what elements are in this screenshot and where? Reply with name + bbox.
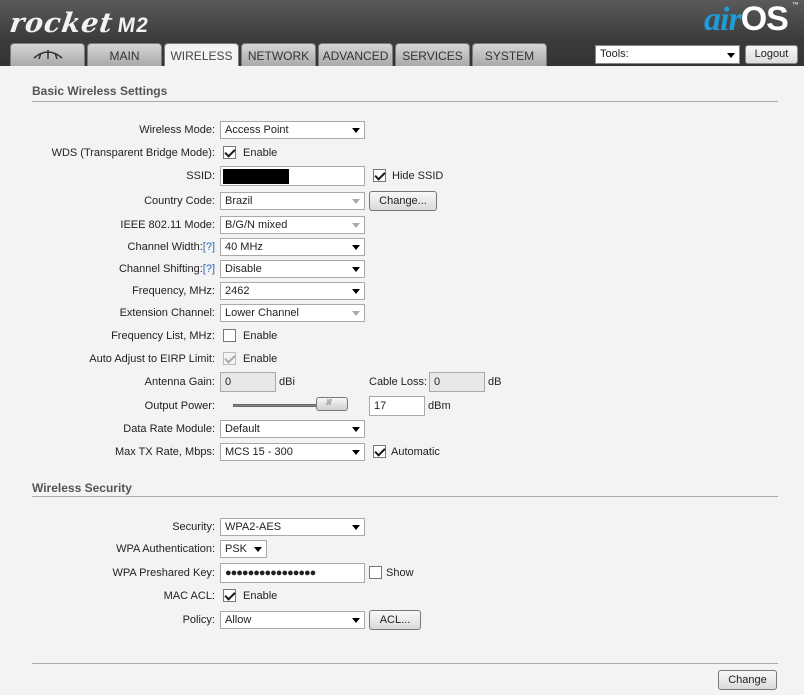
automatic-label: Automatic xyxy=(391,446,440,458)
country-code-select[interactable]: Brazil xyxy=(220,192,365,210)
tools-dropdown[interactable]: Tools: xyxy=(595,45,740,64)
cable-loss-input[interactable]: 0 xyxy=(429,372,485,392)
rocket-logo: rocketM2 xyxy=(7,8,151,39)
airos-logo: airOS ™ xyxy=(704,0,799,38)
wpa-authentication-select[interactable]: PSK xyxy=(220,540,267,558)
tab-ubnt-logo[interactable] xyxy=(10,43,85,67)
wpa-preshared-key-input[interactable]: ●●●●●●●●●●●●●●●● xyxy=(220,563,365,583)
wds-label: WDS (Transparent Bridge Mode): xyxy=(51,147,215,159)
frequency-label: Frequency, MHz: xyxy=(132,285,215,297)
chevron-down-icon xyxy=(254,547,262,552)
max-tx-rate-select[interactable]: MCS 15 - 300 xyxy=(220,443,365,461)
country-change-button[interactable]: Change... xyxy=(369,191,437,211)
security-select[interactable]: WPA2-AES xyxy=(220,518,365,536)
ssid-label: SSID: xyxy=(186,170,215,182)
chevron-down-icon xyxy=(352,427,360,432)
country-code-label: Country Code: xyxy=(144,195,215,207)
divider xyxy=(32,496,778,497)
wds-checkbox[interactable] xyxy=(223,146,236,159)
frequency-list-label: Frequency List, MHz: xyxy=(111,330,215,342)
hide-ssid-label: Hide SSID xyxy=(392,170,444,182)
channel-shifting-help-link[interactable]: [?] xyxy=(203,263,215,275)
auto-adjust-enable-label: Enable xyxy=(243,353,278,365)
policy-select[interactable]: Allow xyxy=(220,611,365,629)
chevron-down-icon xyxy=(352,267,360,272)
antenna-gain-unit: dBi xyxy=(279,376,295,388)
security-label: Security: xyxy=(172,521,215,533)
chevron-down-icon xyxy=(352,245,360,250)
output-power-input[interactable]: 17 xyxy=(369,396,425,416)
wpa-authentication-label: WPA Authentication: xyxy=(116,543,215,555)
antenna-gain-label: Antenna Gain: xyxy=(144,376,215,388)
basic-settings-title: Basic Wireless Settings xyxy=(32,84,168,98)
chevron-down-icon xyxy=(352,199,360,204)
ieee-mode-select[interactable]: B/G/N mixed xyxy=(220,216,365,234)
channel-width-select[interactable]: 40 MHz xyxy=(220,238,365,256)
mac-acl-checkbox[interactable] xyxy=(223,589,236,602)
chevron-down-icon xyxy=(352,289,360,294)
frequency-list-checkbox[interactable] xyxy=(223,329,236,342)
channel-shifting-select[interactable]: Disable xyxy=(220,260,365,278)
channel-shifting-label: Channel Shifting:[?] xyxy=(118,263,215,275)
divider xyxy=(32,663,778,664)
cable-loss-label: Cable Loss: xyxy=(369,376,428,388)
ubiquiti-logo-icon xyxy=(33,50,62,60)
data-rate-module-select[interactable]: Default xyxy=(220,420,365,438)
chevron-down-icon xyxy=(352,450,360,455)
tab-advanced[interactable]: ADVANCED xyxy=(318,43,393,67)
mac-acl-label: MAC ACL: xyxy=(163,590,215,602)
chevron-down-icon xyxy=(352,525,360,530)
tab-services[interactable]: SERVICES xyxy=(395,43,470,67)
chevron-down-icon xyxy=(727,53,735,58)
tab-main[interactable]: MAIN xyxy=(87,43,162,67)
acl-button[interactable]: ACL... xyxy=(369,610,421,630)
frequency-select[interactable]: 2462 xyxy=(220,282,365,300)
chevron-down-icon xyxy=(352,618,360,623)
show-key-checkbox[interactable] xyxy=(369,566,382,579)
channel-width-help-link[interactable]: [?] xyxy=(203,241,215,253)
wireless-mode-select[interactable]: Access Point xyxy=(220,121,365,139)
data-rate-module-label: Data Rate Module: xyxy=(123,423,215,435)
hide-ssid-checkbox[interactable] xyxy=(373,169,386,182)
channel-width-label: Channel Width:[?] xyxy=(127,241,215,253)
ieee-mode-label: IEEE 802.11 Mode: xyxy=(120,219,215,231)
auto-adjust-eirp-label: Auto Adjust to EIRP Limit: xyxy=(89,353,215,365)
frequency-list-enable-label: Enable xyxy=(243,330,278,342)
wpa-preshared-key-label: WPA Preshared Key: xyxy=(112,567,215,579)
wireless-security-title: Wireless Security xyxy=(32,481,132,495)
cable-loss-unit: dB xyxy=(488,376,502,388)
change-button[interactable]: Change xyxy=(718,670,777,690)
extension-channel-select[interactable]: Lower Channel xyxy=(220,304,365,322)
extension-channel-label: Extension Channel: xyxy=(119,307,215,319)
tab-wireless[interactable]: WIRELESS xyxy=(164,43,239,68)
output-power-unit: dBm xyxy=(428,400,451,412)
divider xyxy=(32,101,778,102)
auto-adjust-eirp-checkbox[interactable] xyxy=(223,352,236,365)
output-power-label: Output Power: xyxy=(144,400,215,412)
chevron-down-icon xyxy=(352,311,360,316)
mac-acl-enable-label: Enable xyxy=(243,590,278,602)
automatic-checkbox[interactable] xyxy=(373,445,386,458)
chevron-down-icon xyxy=(352,128,360,133)
chevron-down-icon xyxy=(352,223,360,228)
antenna-gain-input[interactable]: 0 xyxy=(220,372,276,392)
wireless-mode-label: Wireless Mode: xyxy=(139,124,215,136)
show-key-label: Show xyxy=(386,567,414,579)
ssid-redaction xyxy=(223,169,289,184)
max-tx-rate-label: Max TX Rate, Mbps: xyxy=(114,446,215,458)
tab-network[interactable]: NETWORK xyxy=(241,43,316,67)
tab-system[interactable]: SYSTEM xyxy=(472,43,547,67)
wds-enable-label: Enable xyxy=(243,147,278,159)
logout-button[interactable]: Logout xyxy=(745,45,798,64)
policy-label: Policy: xyxy=(182,614,215,626)
output-power-slider-handle[interactable] xyxy=(316,397,348,411)
